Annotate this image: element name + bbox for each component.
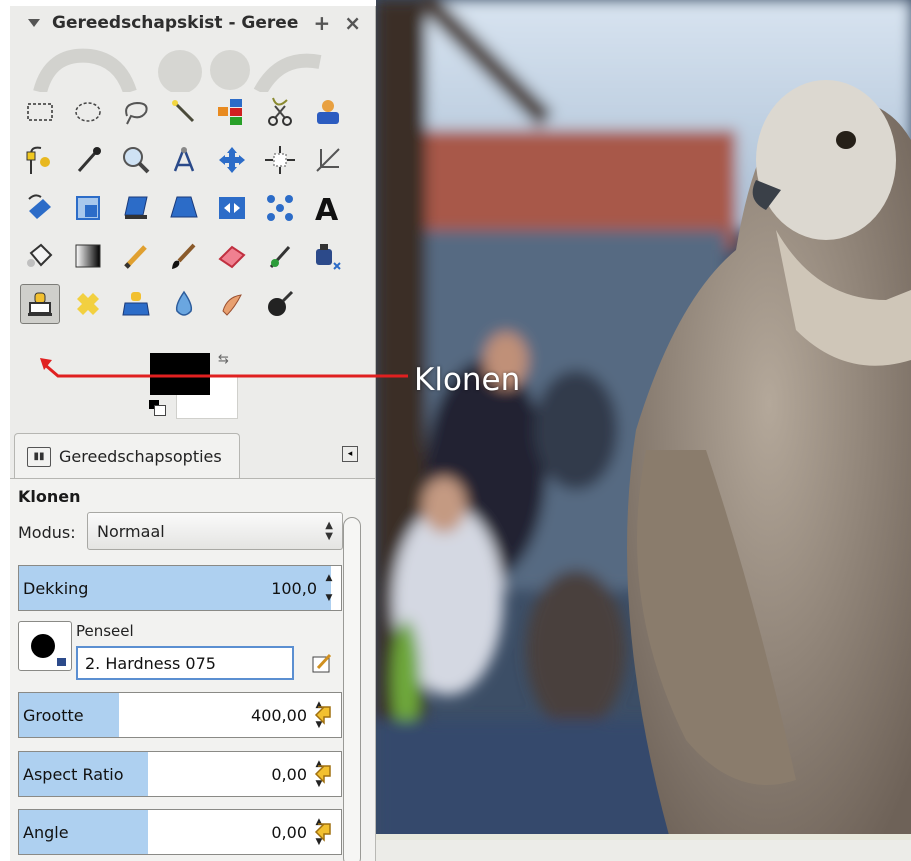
brush-label: Penseel [76, 622, 134, 640]
tab-tool-options[interactable]: ▮▮ Gereedschapsopties [14, 433, 240, 479]
clone-icon[interactable] [20, 284, 60, 324]
shear-icon[interactable] [116, 188, 156, 228]
options-scrollbar[interactable] [343, 517, 361, 861]
align-icon[interactable] [260, 140, 300, 180]
smudge-icon[interactable] [212, 284, 252, 324]
svg-text:A: A [315, 193, 339, 223]
cage-icon[interactable] [260, 188, 300, 228]
reset-aspect-icon[interactable] [312, 762, 336, 786]
pencil-icon[interactable] [116, 236, 156, 276]
tab-bar: ▮▮ Gereedschapsopties ◂ [10, 431, 375, 479]
measure-icon[interactable] [164, 140, 204, 180]
bucket-fill-icon[interactable] [20, 236, 60, 276]
color-select-icon[interactable] [212, 92, 252, 132]
opacity-value: 100,0 [271, 579, 317, 598]
tab-menu-icon[interactable]: ◂ [342, 446, 358, 462]
wilber-logo [33, 48, 322, 92]
tool-options-icon: ▮▮ [27, 446, 51, 467]
opacity-label: Dekking [23, 579, 89, 598]
default-colors-icon[interactable] [149, 400, 169, 418]
add-icon[interactable]: + [313, 11, 330, 35]
angle-slider[interactable]: Angle 0,00 ▲ ▼ [18, 809, 342, 855]
crop-icon[interactable] [308, 140, 348, 180]
collapse-triangle-icon[interactable] [28, 19, 40, 27]
heal-icon[interactable] [68, 284, 108, 324]
chevron-updown-icon: ▲ ▼ [325, 520, 333, 542]
dodge-burn-icon[interactable] [260, 284, 300, 324]
falcon-photo [376, 0, 911, 861]
fuzzy-select-icon[interactable] [164, 92, 204, 132]
edit-brush-icon[interactable] [310, 651, 334, 675]
rotate-icon[interactable] [20, 188, 60, 228]
mode-select[interactable]: Normaal ▲ ▼ [87, 512, 343, 550]
mode-label: Modus: [18, 523, 76, 542]
reset-angle-icon[interactable] [312, 820, 336, 844]
ellipse-select-icon[interactable] [68, 92, 108, 132]
perspective-clone-icon[interactable] [116, 284, 156, 324]
paths-icon[interactable] [20, 140, 60, 180]
move-icon[interactable] [212, 140, 252, 180]
annotation-label: Klonen [414, 362, 521, 398]
rect-select-icon[interactable] [20, 92, 60, 132]
toolbox-titlebar: Gereedschapskist - Geree + × [10, 6, 375, 40]
tool-options-title: Klonen [18, 487, 81, 506]
airbrush-icon[interactable] [260, 236, 300, 276]
scissors-select-icon[interactable] [260, 92, 300, 132]
size-slider[interactable]: Grootte 400,00 ▲ ▼ [18, 692, 342, 738]
toolbox-panel: Gereedschapskist - Geree + × A ⇆ ▮▮ Gere… [10, 6, 376, 861]
zoom-icon[interactable] [116, 140, 156, 180]
ink-icon[interactable] [308, 236, 348, 276]
toolbox-title: Gereedschapskist - Geree [52, 13, 299, 33]
angle-value: 0,00 [271, 823, 307, 842]
brush-name-input[interactable] [76, 646, 294, 680]
blend-icon[interactable] [68, 236, 108, 276]
opacity-spin-icon[interactable]: ▲ ▼ [319, 568, 339, 608]
close-icon[interactable]: × [344, 11, 361, 35]
text-icon[interactable]: A [308, 188, 348, 228]
paintbrush-icon[interactable] [164, 236, 204, 276]
flip-icon[interactable] [212, 188, 252, 228]
foreground-select-icon[interactable] [308, 92, 348, 132]
aspect-ratio-slider[interactable]: Aspect Ratio 0,00 ▲ ▼ [18, 751, 342, 797]
size-label: Grootte [23, 706, 84, 725]
aspect-value: 0,00 [271, 765, 307, 784]
brush-preview[interactable] [18, 621, 72, 671]
image-canvas[interactable] [376, 0, 911, 861]
perspective-icon[interactable] [164, 188, 204, 228]
reset-size-icon[interactable] [312, 703, 336, 727]
blur-icon[interactable] [164, 284, 204, 324]
scale-icon[interactable] [68, 188, 108, 228]
size-value: 400,00 [251, 706, 307, 725]
aspect-label: Aspect Ratio [23, 765, 124, 784]
mode-value: Normaal [97, 522, 165, 541]
opacity-slider[interactable]: Dekking 100,0 ▲ ▼ [18, 565, 342, 611]
color-picker-icon[interactable] [68, 140, 108, 180]
swap-colors-icon[interactable]: ⇆ [218, 352, 229, 367]
tab-label: Gereedschapsopties [59, 447, 222, 466]
foreground-color-swatch[interactable] [150, 353, 210, 395]
lasso-icon[interactable] [116, 92, 156, 132]
angle-label: Angle [23, 823, 69, 842]
eraser-icon[interactable] [212, 236, 252, 276]
tool-options-panel: Klonen Modus: Normaal ▲ ▼ Dekking 100,0 ▲… [10, 478, 375, 861]
